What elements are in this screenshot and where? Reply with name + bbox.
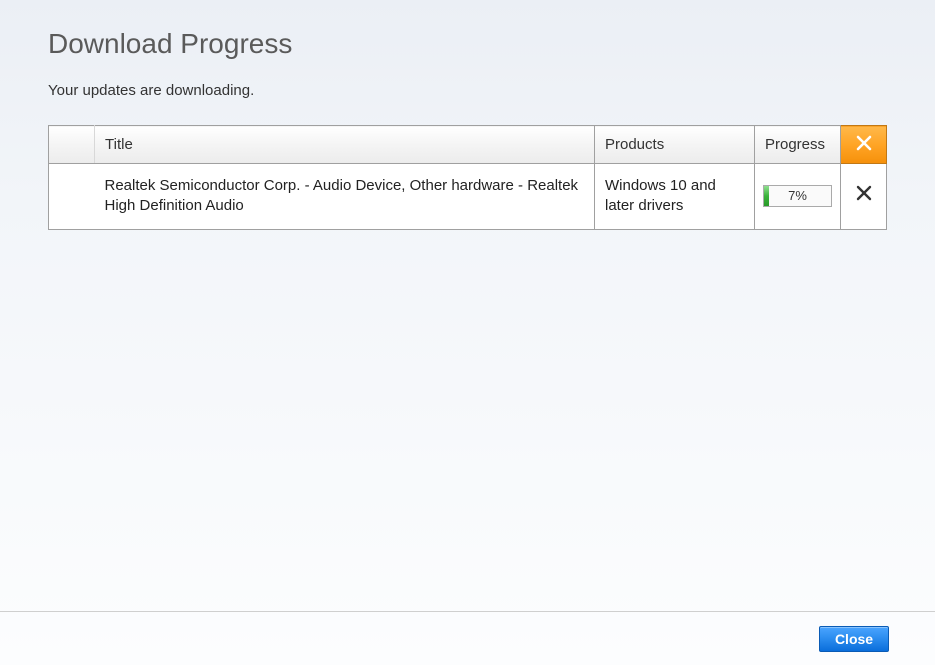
footer: Close	[0, 611, 935, 665]
close-icon	[855, 184, 873, 202]
status-text: Your updates are downloading.	[48, 82, 887, 99]
page-title: Download Progress	[48, 28, 887, 60]
progress-label: 7%	[764, 187, 831, 205]
progress-bar: 7%	[763, 185, 832, 207]
row-products: Windows 10 and later drivers	[595, 164, 755, 230]
row-title: Realtek Semiconductor Corp. - Audio Devi…	[95, 164, 595, 230]
table-row: Realtek Semiconductor Corp. - Audio Devi…	[49, 164, 887, 230]
downloads-table: Title Products Progress Realtek Semicond…	[48, 125, 887, 230]
cancel-row-button[interactable]	[841, 164, 887, 230]
row-progress-cell: 7%	[755, 164, 841, 230]
close-button[interactable]: Close	[819, 626, 889, 652]
col-header-progress: Progress	[755, 126, 841, 164]
close-icon	[855, 134, 873, 152]
col-header-products: Products	[595, 126, 755, 164]
cancel-all-button[interactable]	[841, 126, 887, 164]
row-spacer	[49, 164, 95, 230]
col-header-title: Title	[95, 126, 595, 164]
col-header-spacer	[49, 126, 95, 164]
